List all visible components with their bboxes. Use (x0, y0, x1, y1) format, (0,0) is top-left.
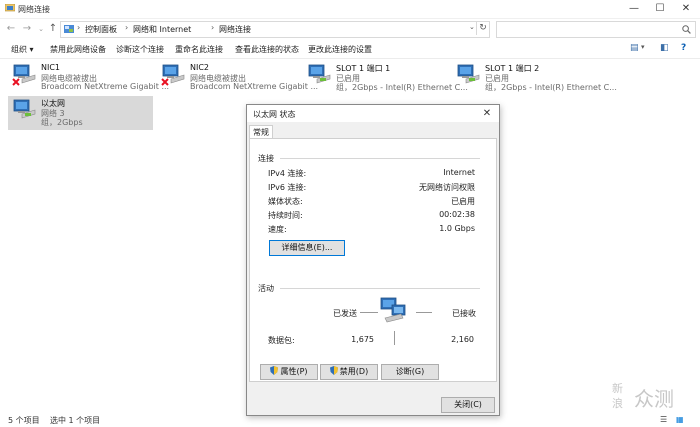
address-bar: ← → ⌄ ↑ › 控制面板 › 网络和 Internet › 网络连接 ⌄ ↻ (0, 19, 700, 39)
view-dropdown-icon[interactable]: ▾ (641, 43, 645, 51)
breadcrumb-separator: › (77, 23, 81, 32)
selected-count: 选中 1 个项目 (50, 416, 101, 425)
disable-button[interactable]: 禁用(D) (320, 364, 378, 380)
sent-label: 已发送 (333, 309, 357, 318)
network-adapter-icon (12, 64, 36, 86)
refresh-button[interactable]: ↻ (476, 22, 489, 35)
network-connections-icon (5, 4, 15, 12)
connection-device: Broadcom NetXtreme Gigabit ... (41, 82, 170, 91)
breadcrumb-separator: › (211, 23, 215, 32)
preview-pane-icon[interactable]: ◧ (660, 43, 669, 53)
connection-device: Broadcom NetXtreme Gigabit ... (190, 82, 319, 91)
divider (280, 158, 480, 159)
disable-device-button[interactable]: 禁用此网络设备 (50, 44, 106, 55)
packets-label: 数据包: (268, 336, 295, 345)
ipv6-label: IPv6 连接: (268, 183, 307, 192)
view-status-button[interactable]: 查看此连接的状态 (235, 44, 299, 55)
connection-device: 组，2Gbps - Intel(R) Ethernet C... (336, 83, 468, 92)
item-count: 5 个项目 (8, 416, 40, 425)
close-dialog-button[interactable]: 关闭(C) (441, 397, 495, 413)
dialog-title-bar: 以太网 状态 ✕ (247, 105, 499, 122)
network-activity-icon (380, 297, 406, 323)
network-adapter-icon (308, 64, 331, 84)
network-adapter-icon (13, 99, 36, 119)
address-dropdown-icon[interactable]: ⌄ (469, 23, 475, 31)
details-button[interactable]: 详细信息(E)... (269, 240, 345, 256)
ipv4-value: Internet (443, 168, 475, 177)
breadcrumb-network-connections[interactable]: 网络连接 (219, 24, 251, 35)
packets-sent-value: 1,675 (351, 335, 374, 344)
watermark: 新 浪 众测 (612, 378, 698, 412)
organize-menu[interactable]: 组织 ▾ (11, 44, 34, 55)
speed-value: 1.0 Gbps (439, 224, 475, 233)
ethernet-status-dialog: 以太网 状态 ✕ 常规 连接 IPv4 连接: Internet IPv6 连接… (246, 104, 500, 416)
tab-general[interactable]: 常规 (249, 125, 273, 139)
connection-device: 组，2Gbps (41, 118, 83, 127)
back-icon[interactable]: ← (4, 22, 18, 36)
close-button[interactable]: ✕ (674, 0, 698, 18)
minimize-button[interactable]: — (622, 0, 646, 18)
received-label: 已接收 (452, 309, 476, 318)
activity-section-heading: 活动 (258, 284, 274, 293)
watermark-text: 新 (612, 382, 623, 395)
dialog-title: 以太网 状态 (253, 110, 296, 119)
details-view-icon[interactable]: ☰ (660, 415, 667, 424)
divider (280, 288, 480, 289)
title-bar: 网络连接 — ☐ ✕ (0, 0, 700, 19)
packets-received-value: 2,160 (451, 335, 474, 344)
general-tab-panel: 连接 IPv4 连接: Internet IPv6 连接: 无网络访问权限 媒体… (249, 138, 497, 382)
large-icons-view-icon[interactable]: ▦ (676, 415, 684, 424)
connection-name: NIC2 (190, 63, 210, 72)
connection-item-nic2[interactable]: NIC2 网络电缆被拔出 Broadcom NetXtreme Gigabit … (157, 61, 318, 91)
ipv6-value: 无网络访问权限 (419, 183, 475, 192)
properties-button[interactable]: 属性(P) (260, 364, 318, 380)
forward-icon[interactable]: → (20, 22, 34, 36)
watermark-brand: 众测 (634, 387, 674, 411)
connection-name: NIC1 (41, 63, 61, 72)
connection-item-slot1-port2[interactable]: SLOT 1 端口 2 已启用 组，2Gbps - Intel(R) Ether… (452, 61, 617, 92)
breadcrumb-separator: › (125, 23, 129, 32)
uac-shield-icon (270, 366, 279, 375)
address-box[interactable]: › 控制面板 › 网络和 Internet › 网络连接 ⌄ (60, 21, 490, 38)
duration-label: 持续时间: (268, 211, 303, 220)
help-icon[interactable]: ? (681, 43, 686, 53)
breadcrumb-network-internet[interactable]: 网络和 Internet (133, 24, 191, 35)
diagnose-connection-button[interactable]: 诊断这个连接 (116, 44, 164, 55)
change-settings-button[interactable]: 更改此连接的设置 (308, 44, 372, 55)
sent-line (360, 312, 378, 313)
connection-device: 组，2Gbps - Intel(R) Ethernet C... (485, 83, 617, 92)
maximize-button[interactable]: ☐ (648, 0, 672, 18)
connection-item-slot1-port1[interactable]: SLOT 1 端口 1 已启用 组，2Gbps - Intel(R) Ether… (303, 61, 468, 92)
uac-shield-icon (329, 366, 338, 375)
received-line (416, 312, 432, 313)
duration-value: 00:02:38 (439, 210, 475, 219)
change-view-icon[interactable]: ▤ (630, 43, 639, 53)
packets-divider (394, 331, 395, 345)
media-state-value: 已启用 (451, 197, 475, 206)
control-panel-icon (64, 25, 74, 33)
connection-item-ethernet[interactable]: 以太网 网络 3 组，2Gbps (8, 96, 153, 130)
search-icon (682, 25, 691, 34)
connection-item-nic1[interactable]: NIC1 网络电缆被拔出 Broadcom NetXtreme Gigabit … (8, 61, 169, 91)
network-adapter-icon (161, 64, 185, 86)
ipv4-label: IPv4 连接: (268, 169, 307, 178)
rename-connection-button[interactable]: 重命名此连接 (175, 44, 223, 55)
watermark-text: 浪 (612, 397, 623, 410)
window-title: 网络连接 (18, 5, 50, 14)
properties-button-label: 属性(P) (280, 367, 308, 376)
network-adapter-icon (457, 64, 480, 84)
diagnose-button[interactable]: 诊断(G) (381, 364, 439, 380)
up-icon[interactable]: ↑ (46, 22, 60, 36)
connection-section-heading: 连接 (258, 154, 274, 163)
disable-button-label: 禁用(D) (339, 367, 369, 376)
search-input[interactable] (496, 21, 696, 38)
speed-label: 速度: (268, 225, 287, 234)
dialog-close-button[interactable]: ✕ (479, 106, 495, 121)
media-state-label: 媒体状态: (268, 197, 303, 206)
command-bar: 组织 ▾ 禁用此网络设备 诊断这个连接 重命名此连接 查看此连接的状态 更改此连… (0, 40, 700, 59)
breadcrumb-control-panel[interactable]: 控制面板 (85, 24, 117, 35)
